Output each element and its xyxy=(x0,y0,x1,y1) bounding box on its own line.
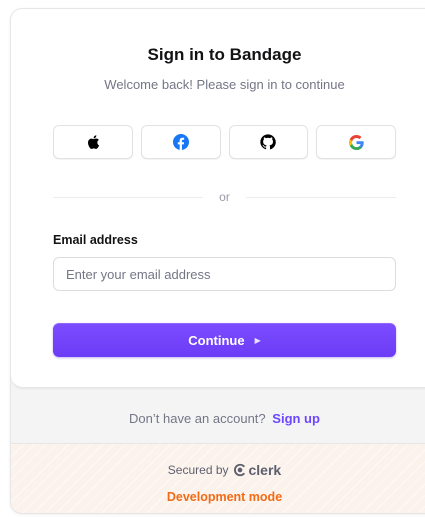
play-arrow-icon: ▶ xyxy=(254,335,261,345)
email-input[interactable] xyxy=(53,257,396,291)
development-mode-badge: Development mode xyxy=(166,490,283,504)
clerk-brand-text: clerk xyxy=(248,462,282,478)
github-icon xyxy=(260,134,277,150)
social-buttons-row xyxy=(53,125,396,159)
page-subtitle: Welcome back! Please sign in to continue xyxy=(104,77,345,92)
facebook-icon xyxy=(172,134,189,150)
secured-by-text: Secured by xyxy=(167,463,229,477)
divider-line-right xyxy=(245,196,397,198)
github-signin-button[interactable] xyxy=(228,125,309,159)
email-label: Email address xyxy=(53,233,138,247)
signin-main-panel: Sign in to Bandage Welcome back! Please … xyxy=(11,9,425,388)
divider-text: or xyxy=(219,190,230,204)
signup-prompt: Don’t have an account? Sign up xyxy=(11,411,425,426)
apple-signin-button[interactable] xyxy=(53,125,133,159)
divider-line-left xyxy=(53,196,204,198)
google-signin-button[interactable] xyxy=(316,125,396,159)
signup-prompt-text: Don’t have an account? xyxy=(129,411,266,426)
or-divider: or xyxy=(53,187,397,207)
clerk-footer: Secured by clerk Development mode xyxy=(11,443,425,513)
continue-button-label: Continue xyxy=(188,332,245,348)
clerk-logo[interactable]: clerk xyxy=(233,462,282,478)
facebook-signin-button[interactable] xyxy=(140,125,221,159)
signup-link[interactable]: Sign up xyxy=(272,411,320,426)
signin-card: Sign in to Bandage Welcome back! Please … xyxy=(10,8,425,514)
clerk-icon xyxy=(233,463,245,477)
apple-icon xyxy=(87,135,99,149)
google-icon xyxy=(348,134,364,150)
secured-by-row: Secured by clerk xyxy=(11,462,425,478)
continue-button[interactable]: Continue ▶ xyxy=(53,323,396,357)
page-title: Sign in to Bandage xyxy=(147,45,302,64)
